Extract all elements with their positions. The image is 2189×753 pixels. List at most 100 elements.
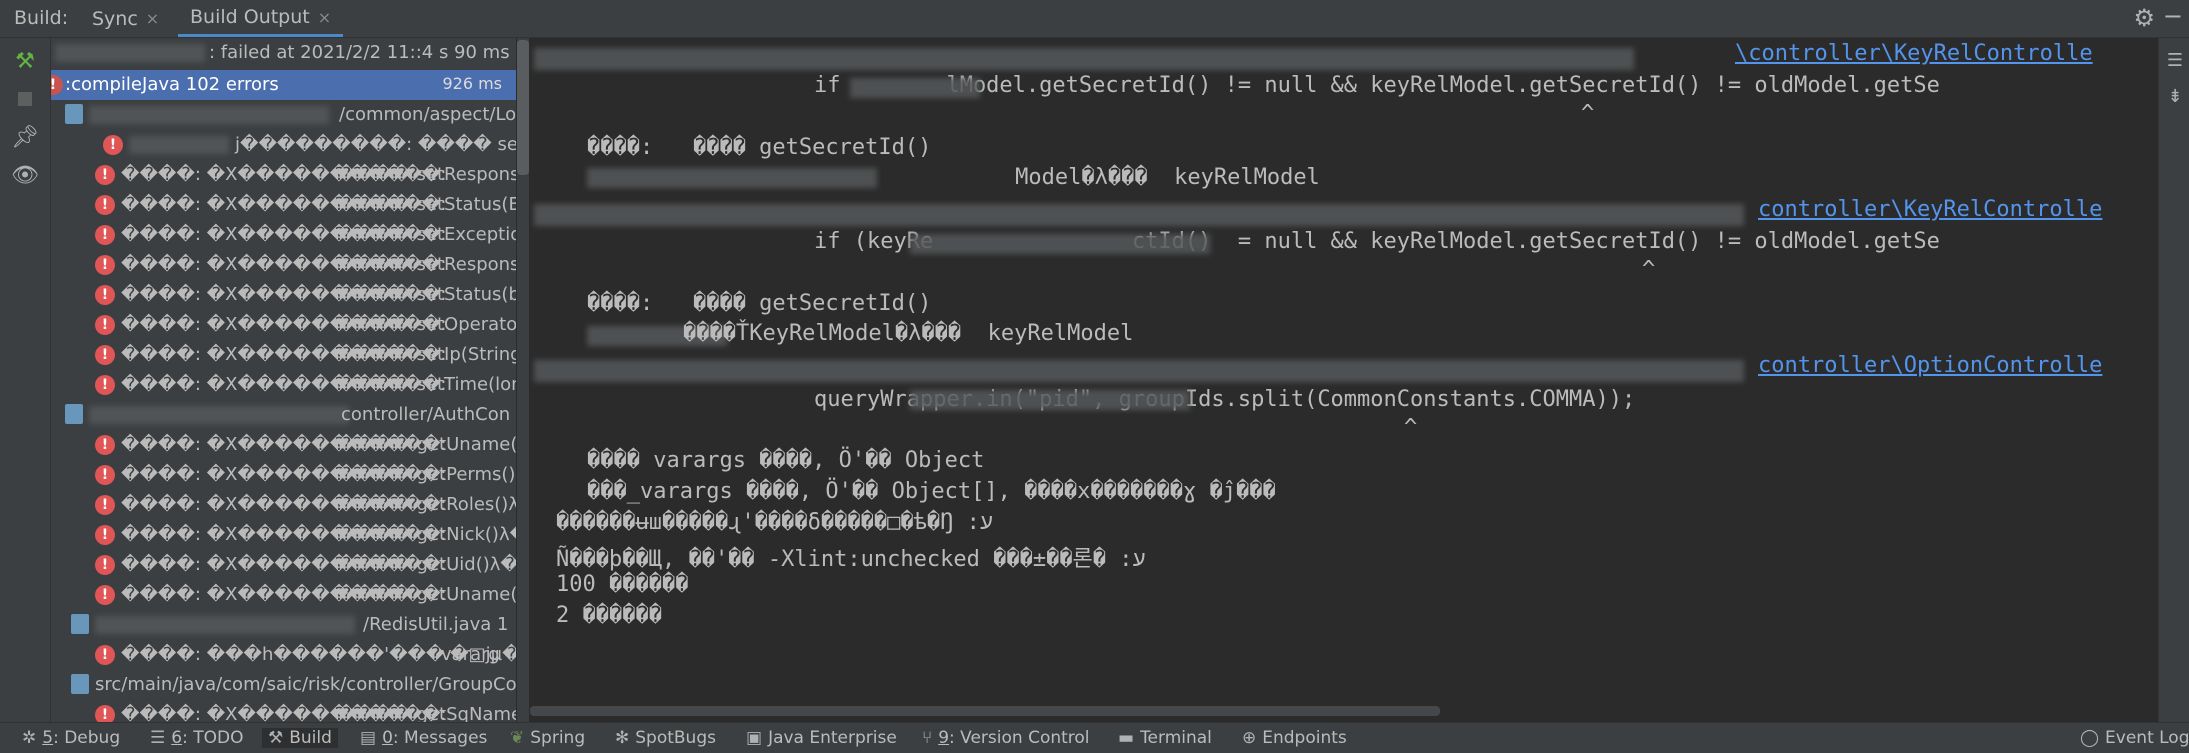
minus-icon[interactable]: − (2163, 2, 2183, 30)
error-icon: ! (95, 345, 115, 365)
error-row[interactable]: !����: �X�����������:���� setOperator(St (51, 310, 516, 340)
error-message: vararg (441, 644, 500, 665)
messages-label: : Messages (392, 728, 488, 748)
compile-java-label: :compileJava 102 errors (65, 74, 279, 95)
file-path: src/main/java/com/saic/risk/controller/G… (95, 674, 516, 695)
build-console: \controller\KeyRelControlle if lModel.ge… (530, 38, 2157, 722)
compile-java-row[interactable]: ! :compileJava 102 errors 926 ms (51, 70, 516, 100)
java-file-icon (71, 674, 89, 694)
spring-label: Spring (530, 728, 586, 748)
java-enterprise-tab[interactable]: ▣ Java Enterprise (746, 728, 897, 748)
error-icon: ! (95, 195, 115, 215)
endpoints-icon: ⊕ (1242, 728, 1257, 748)
source-link[interactable]: \controller\KeyRelControlle (1735, 41, 2093, 66)
messages-tab[interactable]: ▤ 0: Messages (360, 728, 487, 748)
file-row[interactable]: /common/aspect/Lo (51, 100, 516, 130)
error-row[interactable]: !����: �X�����������:���� getSqName()λ (51, 700, 516, 722)
build-label: Build (289, 728, 332, 748)
todo-tab[interactable]: ☰ 6: TODO (150, 728, 243, 748)
console-line: ����ŤKeyRelModel�λ��� keyRelModel (630, 321, 1134, 346)
error-icon: ! (95, 555, 115, 575)
build-tab[interactable]: ⚒ Build (262, 728, 338, 748)
error-row[interactable]: !����: �X�����������:���� getRoles()λ��: (51, 490, 516, 520)
error-icon: ! (95, 705, 115, 722)
build-tree: : failed at 2021/2/2 11::4 s 90 ms ! :co… (51, 38, 516, 722)
error-row[interactable]: !����: �X�����������:���� getUid()λ��: ι (51, 550, 516, 580)
tab-build-output-label: Build Output (190, 6, 310, 28)
terminal-icon: ▬ (1118, 728, 1135, 748)
java-enterprise-label: Java Enterprise (768, 728, 897, 748)
error-row[interactable]: !����: �X�����������:���� getPerms()λ�� (51, 460, 516, 490)
tool-window-bar: ✲ 5: Debug ☰ 6: TODO ⚒ Build ▤ 0: Messages ❦… (0, 722, 2189, 753)
spring-tab[interactable]: ❦ Spring (510, 728, 585, 748)
console-line: ����: ���� getSecretId() (587, 135, 932, 160)
hammer-icon[interactable]: ⚒ (12, 48, 38, 74)
error-row[interactable]: !����: �X�����������:���� setResponseM (51, 250, 516, 280)
error-row[interactable]: !����: �X�����������:���� setException(S (51, 220, 516, 250)
error-icon: ! (95, 165, 115, 185)
error-message: ���� setException(S (337, 224, 516, 245)
console-line: ����: ���� getSecretId() (587, 291, 932, 316)
terminal-label: Terminal (1140, 728, 1212, 748)
error-row[interactable]: !����: �X�����������:���� setIp(String)λ… (51, 340, 516, 370)
endpoints-tab[interactable]: ⊕ Endpoints (1242, 728, 1347, 748)
console-horizontal-scrollbar[interactable] (530, 706, 1440, 716)
tree-scrollbar-thumb[interactable] (517, 40, 529, 175)
version-control-tab[interactable]: ⑂ 9: Version Control (922, 728, 1090, 748)
error-row[interactable]: !����: ���h������'��� �□jµ�������� � var… (51, 640, 516, 670)
error-row[interactable]: !����: �X�����������:���� setTime(long)λ (51, 370, 516, 400)
terminal-tab[interactable]: ▬ Terminal (1118, 728, 1212, 748)
scroll-end-icon[interactable]: ⇟ (2163, 86, 2187, 110)
event-log-tab[interactable]: ◯ Event Log (2080, 728, 2189, 748)
error-row[interactable]: !����: �X�����������:���� getUname()λ�� (51, 430, 516, 460)
source-link[interactable]: controller\KeyRelControlle (1758, 197, 2102, 222)
stop-icon[interactable] (12, 86, 38, 112)
tab-build-output[interactable]: Build Output × (178, 0, 344, 37)
error-message: ���� getSqName()λ (337, 704, 516, 722)
close-icon[interactable]: × (318, 8, 331, 27)
gear-icon[interactable]: ⚙ (2133, 4, 2155, 32)
tab-sync-label: Sync (92, 7, 138, 30)
close-icon[interactable]: × (146, 9, 159, 28)
caret-marker: ^ (1404, 415, 1418, 440)
endpoints-label: Endpoints (1262, 728, 1347, 748)
right-toolbar: ☰ ⇟ (2158, 38, 2189, 722)
vcs-icon: ⑂ (922, 728, 933, 748)
error-message: ���� setStatus(Bool (337, 194, 516, 215)
todo-key: 6 (171, 728, 183, 748)
spotbugs-label: SpotBugs (635, 728, 716, 748)
error-icon: ! (95, 585, 115, 605)
eye-icon[interactable]: 👁︎ (11, 162, 39, 188)
tree-root[interactable]: : failed at 2021/2/2 11::4 s 90 ms (51, 38, 516, 68)
messages-icon: ▤ (360, 728, 377, 748)
error-row[interactable]: !����: �X�����������:���� setStatus(bool (51, 280, 516, 310)
error-message: ���� setResponseM (337, 254, 516, 275)
todo-icon: ☰ (150, 728, 166, 748)
file-row[interactable]: controller/AuthCon (51, 400, 516, 430)
file-path: /RedisUtil.java 1 (363, 614, 509, 635)
file-row[interactable]: src/main/java/com/saic/risk/controller/G… (51, 670, 516, 700)
debug-tab[interactable]: ✲ 5: Debug (22, 728, 120, 748)
console-line: ���� varargs ����, Ö'�� Object (587, 448, 985, 473)
enterprise-icon: ▣ (746, 728, 763, 748)
error-row[interactable]: !����: �X�����������:���� getNick()λ��: … (51, 520, 516, 550)
error-row[interactable]: !����: �X�����������:���� setStatus(Bool (51, 190, 516, 220)
wrap-icon[interactable]: ☰ (2163, 50, 2187, 74)
source-link[interactable]: controller\OptionControlle (1758, 353, 2102, 378)
error-row[interactable]: ! j���������: ���� setException(S (51, 130, 516, 160)
spotbugs-tab[interactable]: ✻ SpotBugs (615, 728, 716, 748)
error-icon: ! (95, 375, 115, 395)
error-row[interactable]: !����: �X�����������:���� setResponse(S (51, 160, 516, 190)
error-icon: ! (95, 645, 115, 665)
error-icon: ! (95, 315, 115, 335)
error-message: ���� setTime(long)λ (337, 374, 516, 395)
error-message: ���� getUname()λ�� (337, 434, 516, 455)
error-icon: ! (103, 135, 123, 155)
pin-icon[interactable]: 📌︎ (11, 124, 39, 150)
event-log-icon: ◯ (2080, 728, 2100, 748)
error-message: ���� setOperator(St (337, 314, 516, 335)
error-message: ���� getUname()λ� (337, 584, 516, 605)
tab-sync[interactable]: Sync × (92, 0, 159, 37)
error-row[interactable]: !����: �X�����������:���� getUname()λ� (51, 580, 516, 610)
file-row[interactable]: /RedisUtil.java 1 (51, 610, 516, 640)
